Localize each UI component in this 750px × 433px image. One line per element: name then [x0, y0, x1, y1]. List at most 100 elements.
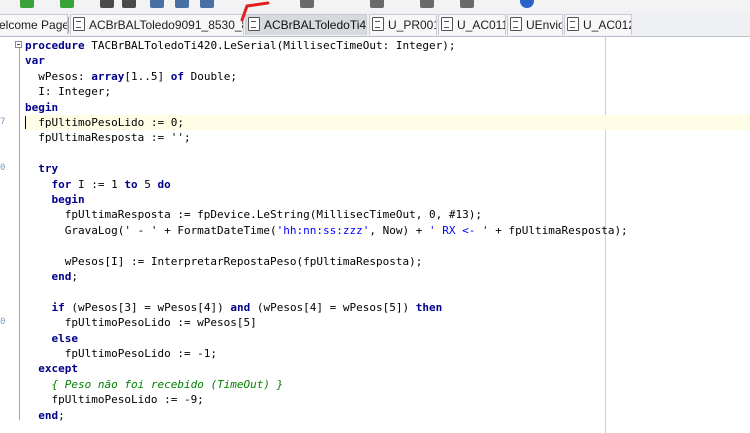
code-line[interactable]: fpUltimoPesoLido := wPesos[5] — [25, 315, 257, 330]
code-text: [1..5] — [124, 69, 171, 83]
file-icon — [372, 17, 384, 31]
toolbar-button-icon[interactable] — [370, 0, 384, 8]
code-line[interactable]: var — [25, 53, 45, 68]
code-line[interactable]: GravaLog(' - ' + FormatDateTime('hh:nn:s… — [25, 223, 628, 238]
code-text: fpUltimoPesoLido := wPesos[5] — [25, 316, 257, 330]
code-line[interactable]: fpUltimoPesoLido := -1; — [25, 346, 217, 361]
code-text: + fpUltimaResposta); — [488, 223, 628, 237]
code-text: TACBrBALToledoTi420.LeSerial(MillisecTim… — [84, 39, 456, 52]
code-text: ; — [58, 408, 65, 422]
code-keyword: except — [38, 362, 78, 376]
code-line[interactable]: if (wPesos[3] = wPesos[4]) and (wPesos[4… — [25, 300, 443, 315]
code-keyword: end — [51, 270, 72, 283]
code-text: fpUltimaResposta := fpDevice.LeString(Mi… — [25, 208, 482, 222]
code-line[interactable]: fpUltimoPesoLido := -9; — [25, 392, 204, 407]
code-text: fpUltimoPesoLido := -9; — [25, 393, 204, 407]
toolbar-button-icon[interactable] — [460, 0, 474, 8]
code-text: 5 — [137, 177, 158, 191]
code-text: Double; — [183, 69, 237, 83]
code-text: fpUltimaResposta := ''; — [25, 131, 191, 145]
stop-icon[interactable] — [122, 0, 136, 8]
red-annotation-mark — [240, 1, 270, 22]
code-keyword: for — [51, 177, 72, 191]
code-keyword: try — [38, 162, 59, 176]
tab-label: U_PR001 — [388, 18, 437, 32]
code-line[interactable]: else — [25, 331, 79, 346]
tab-label: UEnvio — [526, 18, 563, 32]
editor-tab-bar: elcome Page ACBrBALToledo9091_8530_8540 … — [0, 11, 750, 37]
code-text: , Now) + — [369, 223, 429, 237]
code-line[interactable]: I: Integer; — [25, 84, 111, 99]
code-keyword: do — [157, 177, 171, 191]
gutter-line-number: 7 — [0, 117, 6, 127]
code-string: ' RX <- ' — [429, 223, 489, 237]
step-over-icon[interactable] — [175, 0, 189, 8]
pause-icon[interactable] — [100, 0, 114, 8]
code-text: (wPesos[4] = wPesos[5]) — [250, 300, 416, 314]
code-line[interactable]: wPesos: array[1..5] of Double; — [25, 69, 237, 84]
tab-label: elcome Page — [0, 18, 68, 32]
fold-toggle-icon[interactable] — [15, 41, 22, 48]
info-icon[interactable] — [520, 0, 534, 8]
code-line[interactable]: fpUltimaResposta := ''; — [25, 130, 191, 145]
code-line[interactable]: begin — [25, 100, 58, 115]
tab-label: U_AC011 — [457, 18, 506, 32]
code-text: fpUltimoPesoLido := 0; — [25, 116, 184, 129]
code-keyword: if — [51, 300, 65, 314]
code-keyword: begin — [25, 100, 59, 114]
toolbar-button-icon[interactable] — [300, 0, 314, 8]
tab-u-ac011[interactable]: U_AC011 — [438, 14, 506, 35]
tab-label: ACBrBALToledo9091_8530_8540 — [89, 18, 243, 32]
fold-guide-line — [19, 48, 20, 420]
code-line[interactable]: { Peso não foi recebido (TimeOut) } — [25, 377, 284, 392]
gutter-line-number: 0 — [0, 317, 6, 327]
code-line[interactable]: fpUltimoPesoLido := 0; — [25, 115, 184, 130]
code-keyword: begin — [51, 193, 85, 206]
file-icon — [567, 17, 579, 31]
code-text: (wPesos[3] = wPesos[4]) — [64, 300, 231, 314]
file-icon — [441, 17, 453, 31]
run-icon[interactable] — [20, 0, 34, 8]
code-line[interactable]: end; — [25, 408, 65, 423]
code-line[interactable]: procedure TACBrBALToledoTi420.LeSerial(M… — [25, 38, 455, 53]
code-text: wPesos[I] := InterpretarRepostaPeso(fpUl… — [25, 254, 423, 268]
code-line[interactable]: end; — [25, 269, 79, 284]
code-keyword: of — [170, 69, 184, 83]
code-line[interactable]: try — [25, 161, 58, 176]
tab-welcome-page[interactable]: elcome Page — [0, 14, 68, 35]
code-text: I: Integer; — [25, 85, 112, 99]
run-dropdown-icon[interactable] — [60, 0, 74, 8]
tab-uenvio[interactable]: UEnvio — [507, 14, 563, 35]
tab-label: U_AC012 — [583, 18, 632, 32]
code-line[interactable]: wPesos[I] := InterpretarRepostaPeso(fpUl… — [25, 254, 423, 269]
code-text: fpUltimoPesoLido := -1; — [25, 347, 218, 360]
tab-u-pr001[interactable]: U_PR001 — [369, 14, 437, 35]
code-text: ; — [71, 270, 78, 283]
code-keyword: and — [230, 300, 251, 314]
code-keyword: else — [51, 331, 79, 345]
code-line[interactable]: fpUltimaResposta := fpDevice.LeString(Mi… — [25, 207, 482, 222]
gutter-line-number: 0 — [0, 163, 6, 173]
code-keyword: to — [124, 177, 138, 191]
step-icon[interactable] — [150, 0, 164, 8]
file-icon — [510, 17, 522, 31]
code-text: I := 1 — [71, 177, 125, 191]
tab-acbrbaltoledo9091[interactable]: ACBrBALToledo9091_8530_8540 — [70, 14, 244, 35]
code-keyword: end — [38, 408, 59, 422]
code-keyword: then — [415, 300, 443, 314]
code-line[interactable]: for I := 1 to 5 do — [25, 177, 171, 192]
trace-icon[interactable] — [200, 0, 214, 8]
code-line[interactable]: except — [25, 361, 78, 376]
toolbar — [0, 0, 750, 11]
code-line[interactable]: begin — [25, 192, 85, 207]
code-comment: { Peso não foi recebido (TimeOut) } — [51, 377, 284, 391]
toolbar-button-icon[interactable] — [420, 0, 434, 8]
tab-u-ac012[interactable]: U_AC012 — [564, 14, 632, 35]
